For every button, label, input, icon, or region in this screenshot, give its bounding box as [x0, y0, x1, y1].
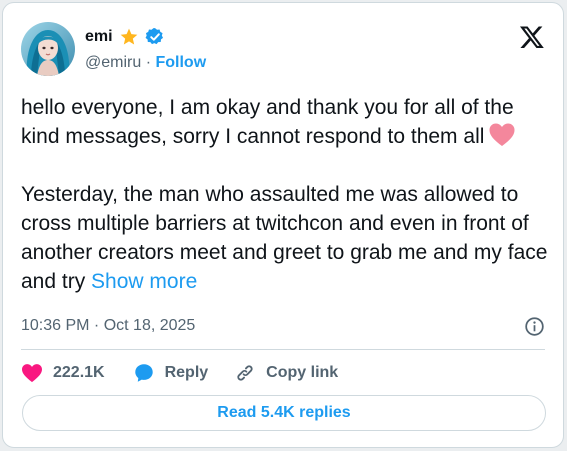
tweet-text: hello everyone, I am okay and thank you … — [21, 93, 556, 296]
link-icon — [237, 365, 253, 381]
author-avatar[interactable] — [21, 22, 75, 76]
info-icon[interactable] — [524, 316, 545, 337]
action-bar: 222.1K Reply Copy link — [21, 360, 362, 386]
separator-dot: · — [145, 54, 152, 71]
divider — [21, 349, 545, 350]
copy-link-button[interactable]: Copy link — [234, 362, 338, 384]
tweet-paragraph-1-text: hello everyone, I am okay and thank you … — [21, 96, 514, 148]
star-icon — [120, 28, 137, 45]
tweet-paragraph-1: hello everyone, I am okay and thank you … — [21, 93, 556, 151]
author-handle[interactable]: @emiru — [85, 54, 141, 71]
read-replies-button[interactable]: Read 5.4K replies — [22, 395, 546, 431]
tweet-card: emi @emiru · Follow hello everyone, I am… — [2, 2, 564, 448]
avatar-image — [21, 22, 75, 76]
tweet-timestamp[interactable]: 10:36 PM · Oct 18, 2025 — [21, 317, 195, 335]
follow-button[interactable]: Follow — [155, 54, 206, 71]
tweet-paragraph-2: Yesterday, the man who assaulted me was … — [21, 180, 556, 296]
like-count: 222.1K — [53, 364, 105, 381]
author-name-row: emi — [85, 27, 165, 47]
like-button[interactable]: 222.1K — [21, 363, 105, 383]
author-handle-row: @emiru · Follow — [85, 54, 206, 72]
x-logo-icon[interactable] — [519, 24, 545, 50]
author-name[interactable]: emi — [85, 28, 113, 46]
show-more-link[interactable]: Show more — [91, 270, 197, 293]
copy-link-label: Copy link — [266, 364, 339, 381]
reply-bubble-icon — [134, 364, 153, 382]
verified-badge-icon — [145, 28, 163, 45]
reply-button[interactable]: Reply — [133, 362, 209, 384]
heart-icon — [22, 364, 42, 383]
reply-label: Reply — [164, 364, 209, 381]
pink-heart-icon — [489, 123, 515, 146]
